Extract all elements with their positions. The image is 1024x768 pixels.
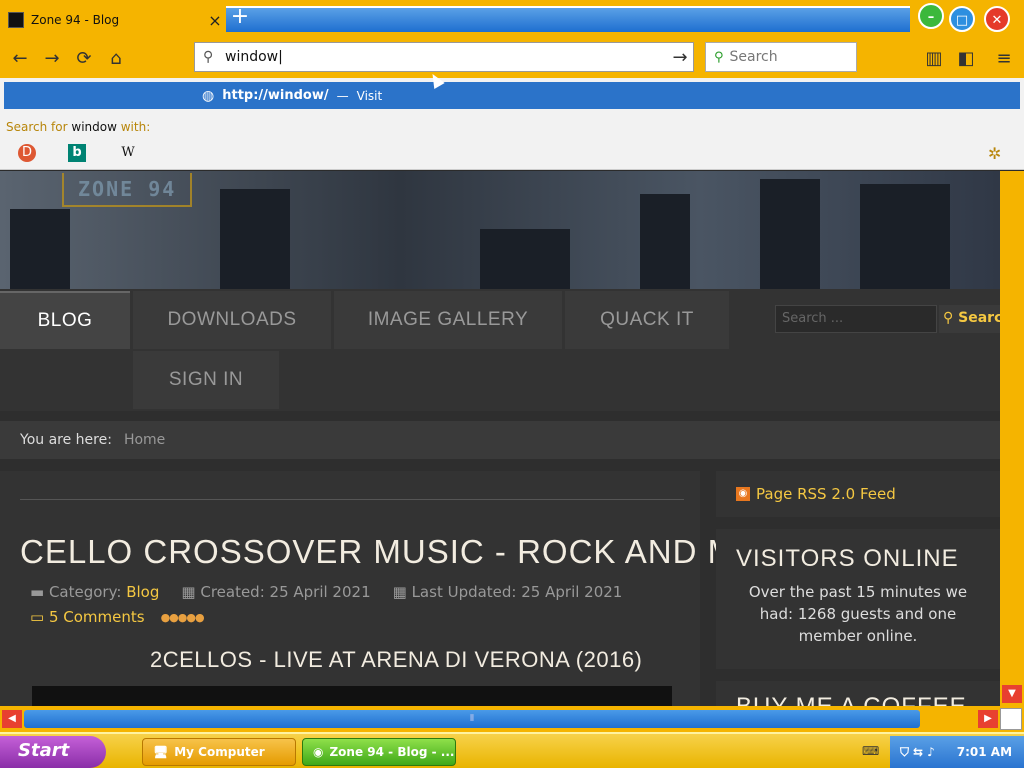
scroll-right-arrow[interactable]: ▶ — [978, 710, 998, 728]
scroll-down-arrow[interactable]: ▼ — [1002, 685, 1022, 703]
bing-icon[interactable]: b — [68, 144, 86, 162]
tab-zone94[interactable]: Zone 94 - Blog × — [0, 0, 226, 40]
menu-item-blog[interactable]: BLOG — [0, 291, 130, 349]
suggestion-row[interactable]: ◍ http://window/ — Visit — [4, 82, 1020, 109]
maximize-button[interactable]: □ — [949, 6, 975, 32]
rss-feed-link[interactable]: ◉ Page RSS 2.0 Feed — [716, 471, 1000, 517]
new-tab-button[interactable]: + — [228, 6, 252, 30]
taskbar-item-my-computer[interactable]: 🖥 My Computer — [142, 738, 296, 766]
url-input[interactable]: window| — [225, 49, 667, 65]
site-favicon-icon — [8, 12, 24, 28]
article: CELLO CROSSOVER MUSIC - ROCK AND METAL ▬… — [0, 471, 819, 706]
rss-label: Page RSS 2.0 Feed — [756, 485, 896, 503]
tab-title: Zone 94 - Blog — [31, 13, 120, 27]
suggestion-url: http://window/ — [222, 88, 329, 103]
keyboard-icon[interactable]: ⌨ — [862, 744, 879, 758]
url-dropdown: ◍ http://window/ — Visit Search for wind… — [0, 78, 1024, 170]
search-for-term: window — [71, 120, 117, 134]
url-bar[interactable]: ⚲ window| → — [194, 42, 694, 72]
search-for-prefix: Search for — [6, 120, 68, 134]
minimize-button[interactable]: – — [918, 3, 944, 29]
visitors-online-panel: VISITORS ONLINE Over the past 15 minutes… — [716, 529, 1000, 669]
comments-link[interactable]: ▭ 5 Comments — [30, 608, 145, 626]
shield-icon[interactable]: ⛉ — [900, 745, 909, 760]
duckduckgo-icon[interactable]: D — [18, 144, 36, 162]
search-placeholder: Search — [729, 49, 778, 65]
menu-item-downloads[interactable]: DOWNLOADS — [133, 291, 331, 349]
site-logo[interactable]: ZONE 94 — [62, 173, 193, 207]
category-label: Category: — [48, 583, 122, 601]
taskbar: Start 🖥 My Computer ◉ Zone 94 - Blog - .… — [0, 732, 1024, 768]
horizontal-scrollbar[interactable]: ◀ ⦀ ▶ — [0, 706, 1024, 732]
system-tray: ⛉ ⇆ ♪ 7:01 AM — [890, 736, 1024, 768]
rating-stars[interactable]: ●●●●● — [161, 611, 205, 624]
menu-item-quack-it[interactable]: QUACK IT — [565, 291, 729, 349]
scroll-thumb[interactable]: ⦀ — [24, 710, 920, 728]
rss-icon: ◉ — [736, 487, 750, 501]
suggestion-action: Visit — [356, 88, 383, 103]
sidebar-icon[interactable]: ◧ — [952, 45, 980, 73]
coffee-title: BUY ME A COFFEE — [736, 693, 967, 706]
clock[interactable]: 7:01 AM — [957, 745, 1012, 759]
taskbar-item-browser[interactable]: ◉ Zone 94 - Blog - ... — [302, 738, 456, 766]
taskbar-item-label: Zone 94 - Blog - ... — [329, 745, 455, 759]
forward-icon[interactable]: → — [38, 45, 66, 73]
created-date: ▦ Created: 25 April 2021 — [181, 583, 371, 601]
coffee-panel: BUY ME A COFFEE — [716, 681, 1000, 706]
scroll-corner — [1000, 708, 1022, 730]
breadcrumb: You are here: Home — [0, 421, 1000, 459]
home-icon[interactable]: ⌂ — [102, 45, 130, 73]
computer-icon: 🖥 — [153, 745, 169, 759]
volume-icon[interactable]: ♪ — [927, 745, 935, 759]
close-window-button[interactable]: ✕ — [984, 6, 1010, 32]
site-search-input[interactable]: Search ... — [775, 305, 937, 333]
network-icon[interactable]: ⇆ — [913, 745, 923, 759]
search-icon: ⚲ — [714, 49, 724, 65]
suggestion-separator: — — [336, 88, 349, 103]
go-arrow-icon[interactable]: → — [667, 47, 693, 68]
breadcrumb-label: You are here: — [20, 432, 112, 448]
divider — [20, 499, 684, 500]
start-button[interactable]: Start — [0, 736, 106, 768]
article-meta-2: ▭ 5 Comments ●●●●● — [30, 608, 205, 626]
search-for-suffix: with: — [120, 120, 151, 134]
browser-icon: ◉ — [313, 745, 324, 759]
close-tab-icon[interactable]: × — [204, 11, 226, 30]
category: ▬ Category: Blog — [30, 583, 160, 601]
article-subtitle: 2CELLOS - LIVE AT ARENA DI VERONA (2016) — [150, 647, 643, 672]
article-title[interactable]: CELLO CROSSOVER MUSIC - ROCK AND METAL — [20, 533, 820, 571]
taskbar-item-label: My Computer — [174, 745, 265, 759]
search-for-label: Search for window with: — [6, 120, 150, 134]
library-icon[interactable]: ▥ — [920, 45, 948, 73]
breadcrumb-home[interactable]: Home — [124, 432, 165, 448]
tab-strip: Zone 94 - Blog × + – □ ✕ — [0, 0, 1024, 40]
globe-icon: ◍ — [202, 87, 215, 104]
article-meta: ▬ Category: Blog ▦ Created: 25 April 202… — [30, 583, 622, 601]
video-player[interactable] — [32, 686, 672, 706]
reload-icon[interactable]: ⟳ — [70, 45, 98, 73]
visitors-title: VISITORS ONLINE — [736, 545, 959, 572]
browser-search-input[interactable]: ⚲ Search — [705, 42, 857, 72]
back-icon[interactable]: ← — [6, 45, 34, 73]
site-search-button[interactable]: ⚲ Search — [939, 305, 1000, 333]
scroll-left-arrow[interactable]: ◀ — [2, 710, 22, 728]
search-icon: ⚲ — [203, 49, 214, 65]
visitors-text: Over the past 15 minutes we had: 1268 gu… — [748, 583, 968, 645]
updated-text: Last Updated: 25 April 2021 — [411, 583, 623, 601]
comments-text: 5 Comments — [48, 608, 145, 626]
wikipedia-icon[interactable]: W — [119, 144, 137, 162]
tabstrip-band — [226, 6, 910, 32]
menu-icon[interactable]: ≡ — [990, 45, 1018, 73]
category-link[interactable]: Blog — [126, 583, 159, 601]
created-text: Created: 25 April 2021 — [200, 583, 371, 601]
menu-item-image-gallery[interactable]: IMAGE GALLERY — [334, 291, 562, 349]
vertical-scrollbar[interactable]: ▼ — [1000, 171, 1024, 706]
menu-item-sign-in[interactable]: SIGN IN — [133, 351, 279, 409]
site-search-button-label: Search — [958, 310, 1000, 326]
web-page: ZONE 94 BLOG DOWNLOADS IMAGE GALLERY QUA… — [0, 171, 1000, 706]
gear-icon[interactable]: ✲ — [988, 144, 1001, 163]
site-banner: ZONE 94 — [0, 171, 1000, 289]
updated-date: ▦ Last Updated: 25 April 2021 — [392, 583, 623, 601]
